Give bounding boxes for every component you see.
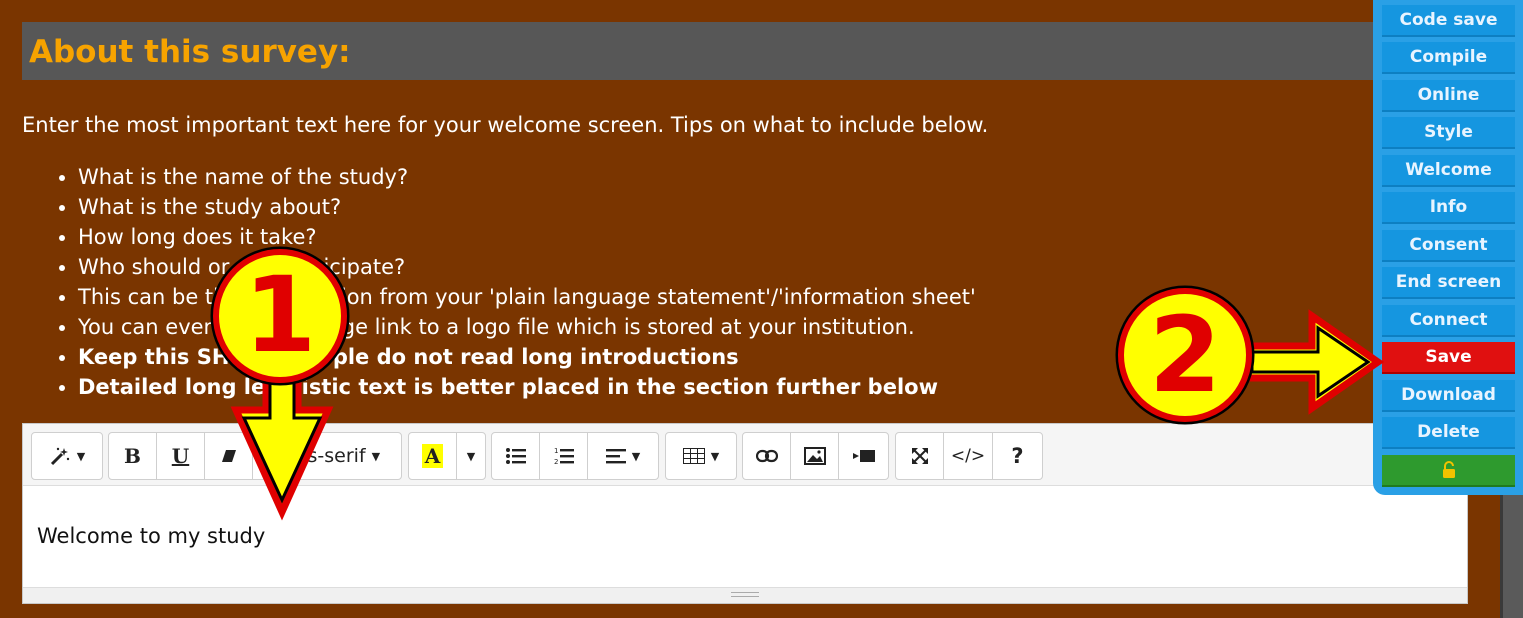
arrow-right-annotation [1244,309,1385,415]
step-2-number: 2 [1148,294,1222,416]
step-1-number: 1 [243,254,317,376]
annotation-overlay [210,246,1385,521]
